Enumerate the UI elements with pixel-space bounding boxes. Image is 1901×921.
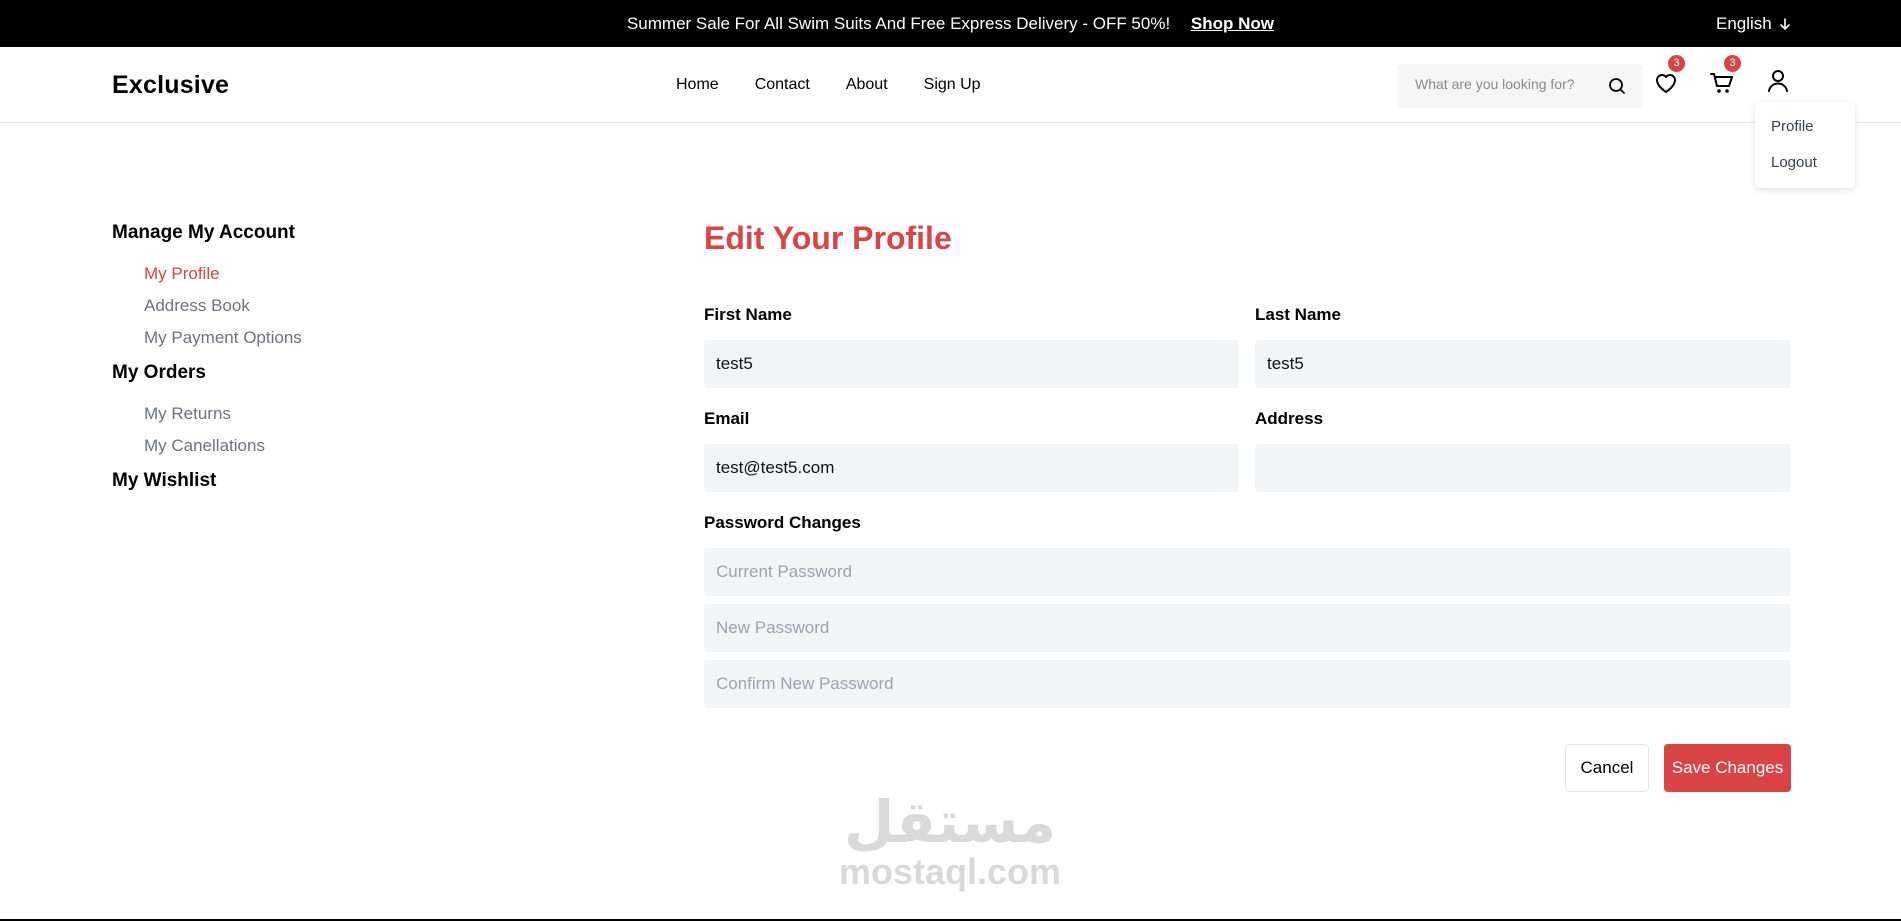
logo[interactable]: Exclusive: [112, 71, 229, 100]
confirm-password-field[interactable]: [704, 660, 1791, 708]
sidebar-item-my-returns[interactable]: My Returns: [144, 404, 231, 424]
site-header: Exclusive Home Contact About Sign Up 3 3: [0, 47, 1901, 123]
user-account-button[interactable]: [1764, 67, 1796, 99]
sidebar-item-my-profile[interactable]: My Profile: [144, 264, 220, 284]
new-password-field[interactable]: [704, 604, 1791, 652]
email-field[interactable]: [704, 444, 1239, 492]
email-label: Email: [704, 409, 750, 428]
address-field[interactable]: [1255, 444, 1791, 492]
sidebar-heading-my-wishlist[interactable]: My Wishlist: [112, 470, 216, 492]
language-label: English: [1716, 14, 1772, 33]
menu-item-logout[interactable]: Logout: [1771, 154, 1817, 171]
page-title: Edit Your Profile: [704, 220, 952, 256]
last-name-label: Last Name: [1255, 305, 1341, 324]
sidebar-item-address-book[interactable]: Address Book: [144, 296, 250, 316]
promo-banner: Summer Sale For All Swim Suits And Free …: [0, 0, 1901, 47]
nav-about[interactable]: About: [846, 76, 888, 94]
sidebar-heading-my-orders[interactable]: My Orders: [112, 362, 206, 384]
first-name-label: First Name: [704, 305, 792, 324]
nav-contact[interactable]: Contact: [755, 76, 810, 94]
promo-text: Summer Sale For All Swim Suits And Free …: [626, 14, 1171, 33]
nav-home[interactable]: Home: [676, 76, 719, 94]
watermark-latin: mostaql.com: [838, 851, 1062, 892]
nav-sign-up[interactable]: Sign Up: [924, 76, 981, 94]
address-label: Address: [1255, 409, 1324, 428]
user-dropdown-menu: Profile Logout: [1755, 102, 1855, 188]
search-icon[interactable]: [1607, 76, 1627, 96]
menu-item-profile[interactable]: Profile: [1771, 118, 1814, 135]
sidebar-heading-manage-account[interactable]: Manage My Account: [112, 222, 295, 244]
cart-count-badge: 3: [1724, 55, 1741, 72]
last-name-field[interactable]: [1255, 340, 1791, 388]
watermark-arabic: مستقل: [843, 788, 1057, 856]
wishlist-button[interactable]: 3: [1652, 55, 1685, 101]
promo-message: Summer Sale For All Swim Suits And Free …: [0, 14, 1901, 34]
language-selector[interactable]: English: [1716, 14, 1792, 34]
sidebar-item-payment-options[interactable]: My Payment Options: [144, 328, 302, 348]
cart-icon: [1710, 73, 1733, 93]
chevron-down-icon: [1779, 18, 1790, 31]
user-icon: [1768, 70, 1788, 92]
password-changes-label: Password Changes: [704, 513, 861, 532]
sidebar-item-my-cancellations[interactable]: My Canellations: [144, 436, 265, 456]
cart-button[interactable]: 3: [1708, 55, 1741, 101]
search-box: [1397, 64, 1643, 108]
wishlist-count-badge: 3: [1668, 55, 1685, 72]
watermark: مستقل mostaql.com: [830, 790, 1070, 890]
save-changes-button[interactable]: Save Changes: [1664, 744, 1791, 792]
heart-icon: [1656, 74, 1676, 93]
main-nav: Home Contact About Sign Up: [676, 76, 981, 94]
current-password-field[interactable]: [704, 548, 1791, 596]
shop-now-link[interactable]: Shop Now: [1191, 14, 1274, 33]
first-name-field[interactable]: [704, 340, 1239, 388]
cancel-button[interactable]: Cancel: [1565, 744, 1649, 792]
search-input[interactable]: [1415, 76, 1605, 92]
